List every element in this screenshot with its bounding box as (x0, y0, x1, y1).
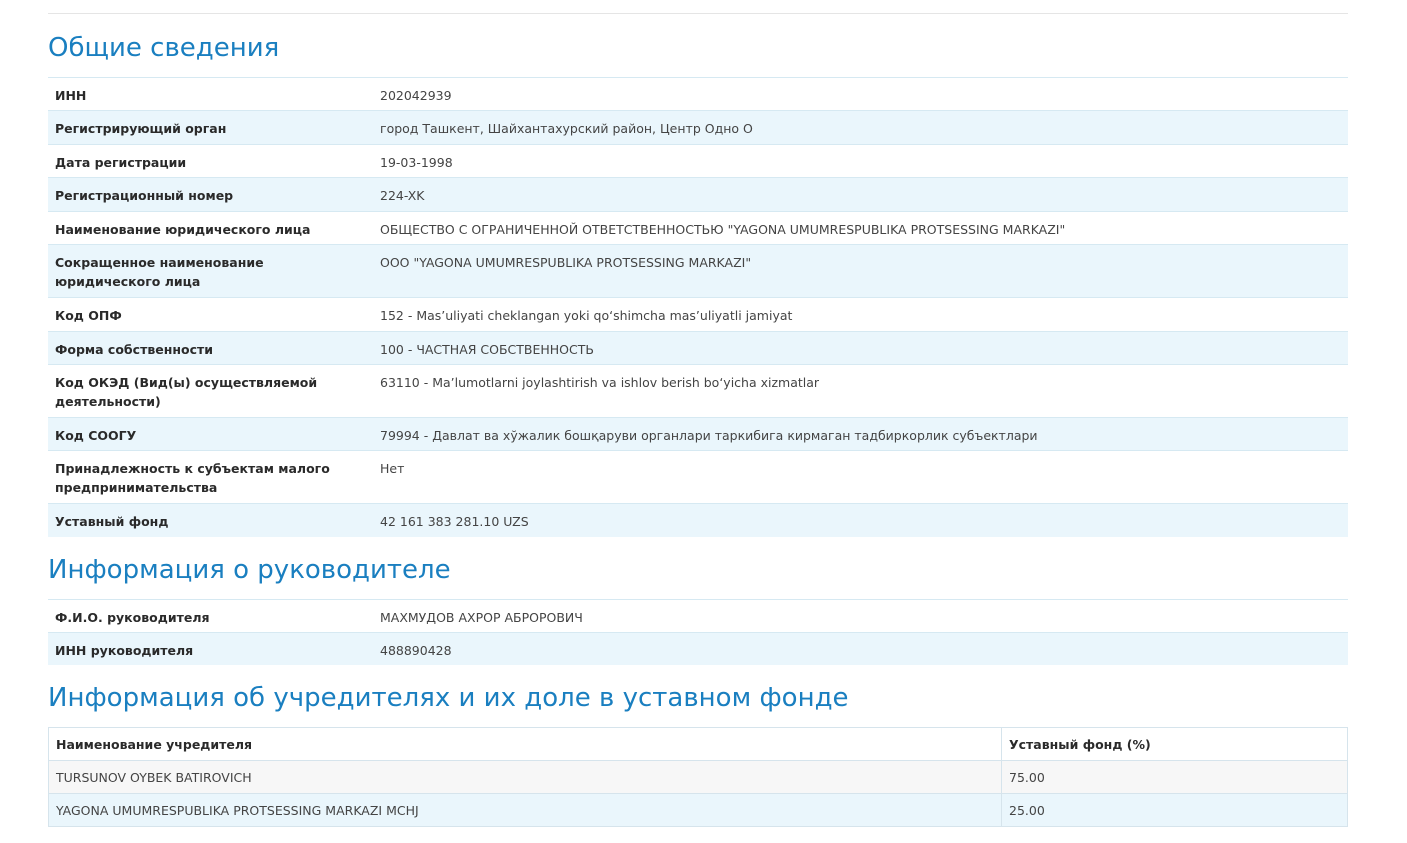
table-row: Код ОПФ 152 - Mas’uliyati cheklangan yok… (48, 297, 1348, 332)
row-value: Нет (373, 450, 1348, 504)
founder-name: YAGONA UMUMRESPUBLIKA PROTSESSING MARKAZ… (48, 793, 1002, 827)
row-label: Уставный фонд (48, 503, 373, 537)
table-row: Регистрационный номер 224-XK (48, 177, 1348, 212)
row-value: 63110 - Ma’lumotlarni joylashtirish va i… (373, 364, 1348, 418)
table-row: YAGONA UMUMRESPUBLIKA PROTSESSING MARKAZ… (48, 793, 1348, 827)
row-label: Код ОПФ (48, 297, 373, 332)
founder-share-header: Уставный фонд (%) (1001, 727, 1348, 761)
table-row: ИНН 202042939 (48, 77, 1348, 111)
table-row: Принадлежность к субъектам малого предпр… (48, 450, 1348, 504)
director-info-table: Ф.И.О. руководителя МАХМУДОВ АХРОР АБРОР… (48, 598, 1348, 665)
row-label: Ф.И.О. руководителя (48, 598, 373, 632)
row-label: Дата регистрации (48, 144, 373, 178)
founder-name: TURSUNOV OYBEK BATIROVICH (48, 760, 1002, 794)
row-value: 19-03-1998 (373, 144, 1348, 178)
table-row: Регистрирующий орган город Ташкент, Шайх… (48, 110, 1348, 145)
row-value: город Ташкент, Шайхантахурский район, Це… (373, 110, 1348, 145)
company-info-page: Общие сведения ИНН 202042939 Регистрирую… (48, 13, 1348, 827)
table-row: TURSUNOV OYBEK BATIROVICH 75.00 (48, 760, 1348, 794)
top-divider (48, 13, 1348, 14)
general-info-title: Общие сведения (48, 33, 280, 63)
table-row: Наименование юридического лица ОБЩЕСТВО … (48, 211, 1348, 245)
table-header-row: Наименование учредителя Уставный фонд (%… (48, 727, 1348, 761)
row-label: Код ОКЭД (Вид(ы) осуществляемой деятельн… (48, 364, 373, 418)
row-label: Форма собственности (48, 331, 373, 365)
founder-share: 75.00 (1001, 760, 1348, 794)
table-row: ИНН руководителя 488890428 (48, 631, 1348, 665)
founders-table: Наименование учредителя Уставный фонд (%… (48, 727, 1348, 827)
row-value: 100 - ЧАСТНАЯ СОБСТВЕННОСТЬ (373, 331, 1348, 365)
row-value: 42 161 383 281.10 UZS (373, 503, 1348, 537)
row-label: Регистрирующий орган (48, 110, 373, 145)
table-row: Дата регистрации 19-03-1998 (48, 144, 1348, 178)
row-value: 152 - Mas’uliyati cheklangan yoki qo‘shi… (373, 297, 1348, 332)
row-value: 79994 - Давлат ва хўжалик бошқаруви орга… (373, 417, 1348, 451)
row-label: Наименование юридического лица (48, 211, 373, 245)
table-row: Сокращенное наименование юридического ли… (48, 244, 1348, 298)
founder-share: 25.00 (1001, 793, 1348, 827)
general-info-table: ИНН 202042939 Регистрирующий орган город… (48, 77, 1348, 537)
table-row: Форма собственности 100 - ЧАСТНАЯ СОБСТВ… (48, 331, 1348, 365)
founders-info-title: Информация об учредителях и их доле в ус… (48, 683, 849, 713)
row-value: 224-XK (373, 177, 1348, 212)
row-label: Принадлежность к субъектам малого предпр… (48, 450, 373, 504)
row-value: 202042939 (373, 77, 1348, 111)
row-value: ООО "YAGONA UMUMRESPUBLIKA PROTSESSING M… (373, 244, 1348, 298)
row-label: Регистрационный номер (48, 177, 373, 212)
row-value: МАХМУДОВ АХРОР АБРОРОВИЧ (373, 598, 1348, 632)
founder-name-header: Наименование учредителя (48, 727, 1002, 761)
table-row: Уставный фонд 42 161 383 281.10 UZS (48, 503, 1348, 537)
table-row: Код СООГУ 79994 - Давлат ва хўжалик бошқ… (48, 417, 1348, 451)
director-info-title: Информация о руководителе (48, 554, 451, 585)
row-value: 488890428 (373, 631, 1348, 665)
row-label: Сокращенное наименование юридического ли… (48, 244, 373, 298)
row-label: ИНН (48, 77, 373, 111)
table-row: Ф.И.О. руководителя МАХМУДОВ АХРОР АБРОР… (48, 598, 1348, 632)
row-label: ИНН руководителя (48, 631, 373, 665)
row-label: Код СООГУ (48, 417, 373, 451)
row-value: ОБЩЕСТВО С ОГРАНИЧЕННОЙ ОТВЕТСТВЕННОСТЬЮ… (373, 211, 1348, 245)
table-row: Код ОКЭД (Вид(ы) осуществляемой деятельн… (48, 364, 1348, 418)
